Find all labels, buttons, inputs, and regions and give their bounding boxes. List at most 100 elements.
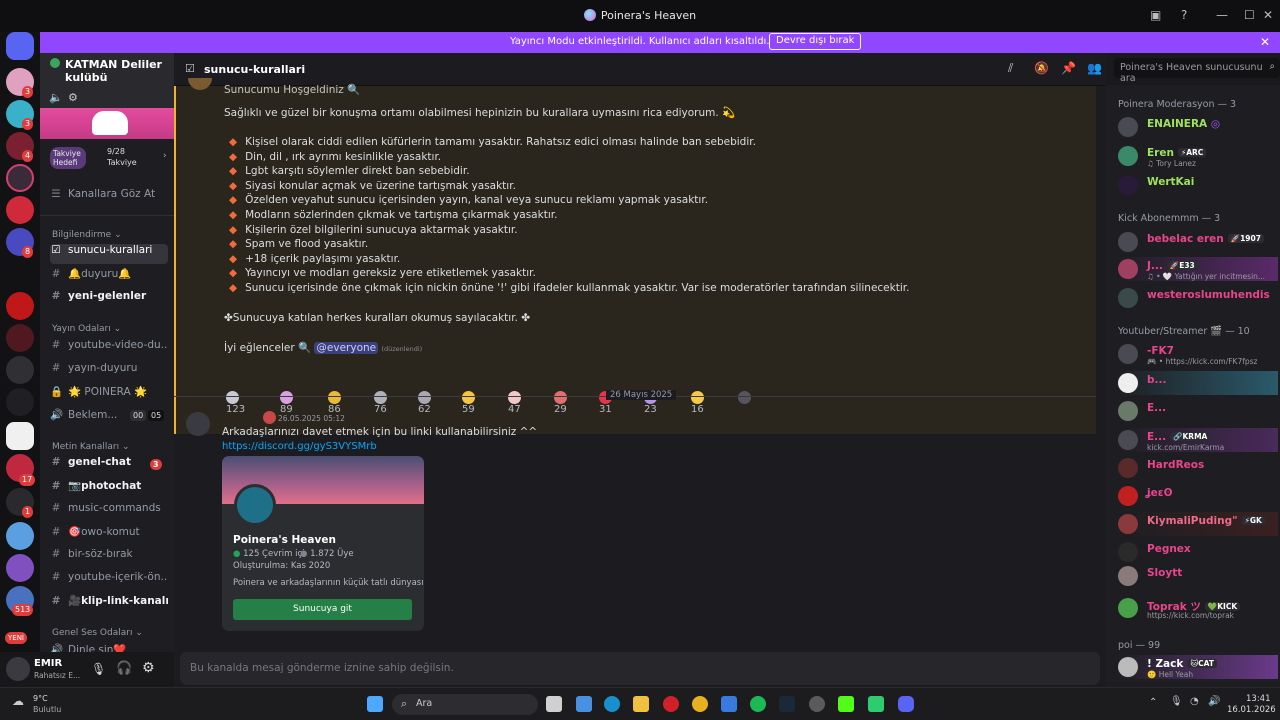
member-item[interactable]: E... 🔗KRMA kick.com/EmirKarma <box>1118 428 1278 452</box>
member-item[interactable]: ! Zack 🐱CAT 🙂 Hell Yeah <box>1118 655 1278 679</box>
reaction-pill[interactable]: 89 <box>280 391 299 415</box>
app-icon[interactable] <box>868 696 884 712</box>
settings-gear-icon[interactable]: ⚙ <box>142 660 155 676</box>
windows-start-icon[interactable] <box>367 696 383 712</box>
pin-icon[interactable]: 📌 <box>1061 61 1076 75</box>
file-explorer-icon[interactable] <box>633 696 649 712</box>
channel-poinera[interactable]: 🔒 🌟 POINERA 🌟 <box>50 385 168 405</box>
server-icon[interactable] <box>6 292 34 320</box>
discord-taskbar-icon[interactable] <box>898 696 914 712</box>
help-icon[interactable]: ? <box>1181 8 1187 22</box>
chevron-up-icon[interactable]: ⌃ <box>1149 697 1157 708</box>
steam-icon[interactable] <box>779 696 795 712</box>
reaction-pill[interactable]: 29 <box>554 391 573 415</box>
channel-general[interactable]: # genel-chat 3 <box>50 456 168 476</box>
channel-newcomers[interactable]: # yeni-gelenler <box>50 290 168 310</box>
notification-bell-icon[interactable]: 🔕 <box>1034 61 1049 75</box>
channel-word[interactable]: # bir-söz-bırak <box>50 548 168 568</box>
channel-yt-content[interactable]: # youtube-içerik-ön... <box>50 571 168 591</box>
member-item[interactable]: ʝeɛʘ <box>1118 484 1278 508</box>
server-icon[interactable] <box>6 422 34 450</box>
channel-rules[interactable]: ☑ sunucu-kurallari <box>50 244 168 264</box>
channel-stream-news[interactable]: # yayın-duyuru <box>50 362 168 382</box>
member-item[interactable]: -FK7 🎮 • https://kick.com/FK7fpsz <box>1118 342 1278 366</box>
server-icon[interactable] <box>6 522 34 550</box>
category-stream[interactable]: Yayın Odaları ⌄ <box>52 324 121 334</box>
avatar[interactable] <box>6 657 30 681</box>
server-icon[interactable] <box>6 164 34 192</box>
inbox-icon[interactable]: ▣ <box>1150 8 1161 22</box>
reaction-pill[interactable]: 62 <box>418 391 437 415</box>
server-icon[interactable] <box>6 356 34 384</box>
edge-icon[interactable] <box>604 696 620 712</box>
server-icon[interactable] <box>6 196 34 224</box>
volume-icon[interactable]: 🔊 <box>1208 696 1220 707</box>
category-voice[interactable]: Genel Ses Odaları ⌄ <box>52 628 143 638</box>
disable-streamer-mode-button[interactable]: Devre dışı bırak <box>769 33 862 50</box>
reaction-pill[interactable]: 76 <box>374 391 393 415</box>
member-item[interactable]: Kiymali̇Puding" ⚡GK <box>1118 512 1278 536</box>
server-icon[interactable] <box>6 554 34 582</box>
channel-news[interactable]: # 🔔duyuru🔔 <box>50 267 168 287</box>
store-icon[interactable] <box>721 696 737 712</box>
spotify-icon[interactable] <box>750 696 766 712</box>
member-item[interactable]: bebelac eren 🚀1907 <box>1118 230 1278 254</box>
reaction-pill[interactable]: 47 <box>508 391 527 415</box>
channel-owo[interactable]: # 🎯owo-komut <box>50 525 168 545</box>
member-item[interactable]: Pegnex <box>1118 540 1278 564</box>
widgets-icon[interactable] <box>576 696 592 712</box>
minimize-button[interactable]: — <box>1216 8 1228 22</box>
voice-channel-first[interactable]: 🔊 Dinle sin❤️ <box>50 643 168 652</box>
chrome-icon[interactable] <box>692 696 708 712</box>
kick-icon[interactable] <box>838 696 854 712</box>
server-header[interactable]: KATMAN Deliler kulübü 🔈 ⚙ <box>40 53 174 139</box>
channel-music[interactable]: # music-commands <box>50 502 168 522</box>
member-item[interactable]: Toprak ツ 💚KICK https://kick.com/toprak <box>1118 596 1278 620</box>
category-text[interactable]: Metin Kanalları ⌄ <box>52 442 130 452</box>
server-search-input[interactable]: Poinera's Heaven sunucusunu ara ⌕ <box>1114 58 1280 84</box>
join-server-button[interactable]: Sunucuya git <box>233 599 412 620</box>
avatar[interactable] <box>186 412 210 436</box>
server-icon[interactable] <box>6 324 34 352</box>
microphone-icon[interactable]: 🎙 <box>91 662 106 676</box>
member-item[interactable]: J... 🚀E33 ♫ • 🤍 Yattığın yer incitmesin... <box>1118 257 1278 281</box>
add-reaction-icon[interactable] <box>738 391 757 409</box>
close-banner-icon[interactable]: ✕ <box>1260 35 1270 49</box>
opera-icon[interactable] <box>663 696 679 712</box>
browse-channels[interactable]: ☰ Kanallara Göz At <box>50 188 168 208</box>
taskbar-search[interactable]: ⌕ Ara <box>392 694 538 715</box>
maximize-button[interactable]: ☐ <box>1244 8 1255 22</box>
invite-link[interactable]: https://discord.gg/gyS3VYSMrb <box>222 441 377 452</box>
channel-yt-video[interactable]: # youtube-video-du... <box>50 339 168 359</box>
discord-home-icon[interactable] <box>6 32 34 60</box>
close-window-button[interactable]: ✕ <box>1263 8 1273 22</box>
microphone-icon[interactable]: 🎙 <box>1170 696 1183 707</box>
weather-icon[interactable]: ☁ <box>12 694 24 708</box>
reaction-pill[interactable]: 86 <box>328 391 347 415</box>
voice-channel-waiting[interactable]: 🔊 Beklem... 00 05 <box>50 408 168 428</box>
boost-progress[interactable]: Takviye Hedefi 9/28 Takviye › <box>50 145 172 175</box>
member-item[interactable]: Sloytt <box>1118 564 1278 588</box>
member-item[interactable]: HardReos <box>1118 456 1278 480</box>
obs-icon[interactable] <box>809 696 825 712</box>
activity-icon: ⚙ <box>68 91 78 104</box>
member-item[interactable]: westeroslumuhendis <box>1118 286 1278 310</box>
threads-icon[interactable]: ⫽ <box>1008 61 1013 76</box>
member-item[interactable]: Eren ⚡ARC ♫ Tory Lanez <box>1118 144 1278 168</box>
channel-photo[interactable]: # 📷photochat <box>50 479 168 499</box>
reaction-pill[interactable]: 16 <box>691 391 710 415</box>
server-icon[interactable] <box>6 388 34 416</box>
member-item[interactable]: ENAINERA ◎ <box>1118 115 1278 139</box>
member-item[interactable]: b... <box>1118 371 1278 395</box>
member-item[interactable]: E... <box>1118 399 1278 423</box>
category-info[interactable]: Bilgilendirme ⌄ <box>52 230 122 240</box>
wifi-icon[interactable]: ◔ <box>1190 696 1199 707</box>
headphones-icon[interactable]: 🎧 <box>116 661 132 676</box>
reaction-pill[interactable]: 59 <box>462 391 481 415</box>
task-view-icon[interactable] <box>546 696 562 712</box>
member-item[interactable]: WertKai <box>1118 173 1278 197</box>
member-list-icon[interactable]: 👥 <box>1087 61 1102 75</box>
everyone-mention[interactable]: @everyone <box>314 342 379 354</box>
reaction-pill[interactable]: 123 <box>226 391 245 415</box>
channel-clip[interactable]: # 🎥klip-link-kanalı <box>50 594 168 614</box>
